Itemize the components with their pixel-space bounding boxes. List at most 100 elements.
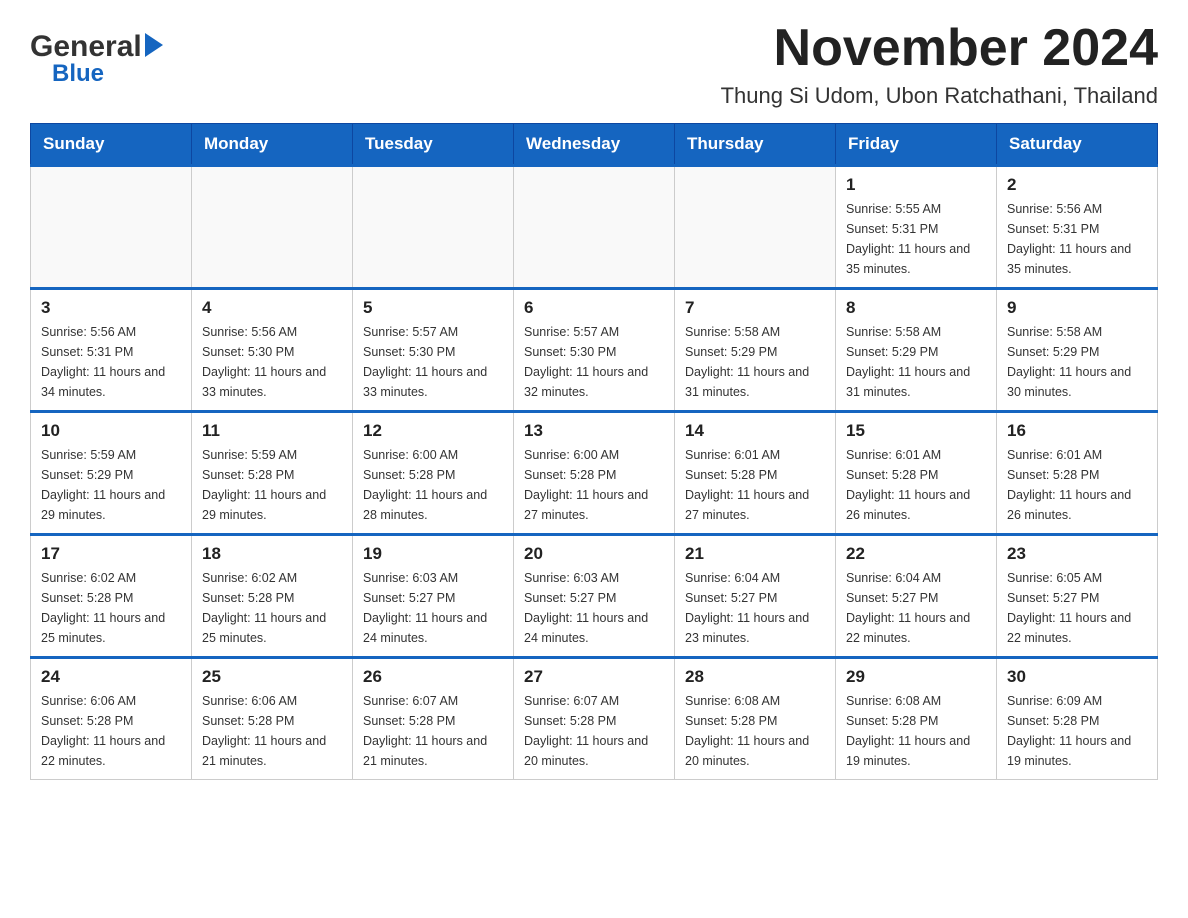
day-number: 19 <box>363 544 503 564</box>
day-number: 15 <box>846 421 986 441</box>
calendar-cell: 9Sunrise: 5:58 AMSunset: 5:29 PMDaylight… <box>997 289 1158 412</box>
day-number: 13 <box>524 421 664 441</box>
day-number: 9 <box>1007 298 1147 318</box>
calendar-cell: 5 Sunrise: 5:57 AMSunset: 5:30 PMDaylight… <box>353 289 514 412</box>
calendar-header-thursday: Thursday <box>675 124 836 166</box>
day-number: 30 <box>1007 667 1147 687</box>
calendar-cell: 18 Sunrise: 6:02 AMSunset: 5:28 PMDayligh… <box>192 535 353 658</box>
calendar-cell: 19 Sunrise: 6:03 AMSunset: 5:27 PMDayligh… <box>353 535 514 658</box>
day-number: 11 <box>202 421 342 441</box>
day-info: Sunrise: 6:01 AMSunset: 5:28 PMDaylight:… <box>685 445 825 525</box>
calendar-cell: 4 Sunrise: 5:56 AMSunset: 5:30 PMDaylight… <box>192 289 353 412</box>
day-number: 21 <box>685 544 825 564</box>
calendar-cell: 20 Sunrise: 6:03 AMSunset: 5:27 PMDayligh… <box>514 535 675 658</box>
day-number: 3 <box>41 298 181 318</box>
calendar-cell: 25Sunrise: 6:06 AMSunset: 5:28 PMDayligh… <box>192 658 353 780</box>
calendar-cell: 22 Sunrise: 6:04 AMSunset: 5:27 PMDayligh… <box>836 535 997 658</box>
calendar-cell: 13 Sunrise: 6:00 AMSunset: 5:28 PMDayligh… <box>514 412 675 535</box>
calendar-cell <box>192 166 353 289</box>
calendar-cell: 8 Sunrise: 5:58 AMSunset: 5:29 PMDaylight… <box>836 289 997 412</box>
day-info: Sunrise: 5:57 AMSunset: 5:30 PMDaylight:… <box>524 322 664 402</box>
day-number: 20 <box>524 544 664 564</box>
day-info: Sunrise: 6:00 AMSunset: 5:28 PMDaylight:… <box>524 445 664 525</box>
calendar-cell <box>31 166 192 289</box>
day-number: 8 <box>846 298 986 318</box>
day-number: 2 <box>1007 175 1147 195</box>
calendar-header-monday: Monday <box>192 124 353 166</box>
day-info: Sunrise: 6:07 AMSunset: 5:28 PMDaylight:… <box>363 691 503 771</box>
calendar-cell: 23 Sunrise: 6:05 AMSunset: 5:27 PMDayligh… <box>997 535 1158 658</box>
calendar-cell: 3 Sunrise: 5:56 AMSunset: 5:31 PMDaylight… <box>31 289 192 412</box>
day-info: Sunrise: 6:04 AMSunset: 5:27 PMDaylight:… <box>846 568 986 648</box>
day-number: 22 <box>846 544 986 564</box>
calendar-cell <box>675 166 836 289</box>
calendar-header-tuesday: Tuesday <box>353 124 514 166</box>
day-number: 24 <box>41 667 181 687</box>
day-number: 29 <box>846 667 986 687</box>
calendar-week-row: 3 Sunrise: 5:56 AMSunset: 5:31 PMDaylight… <box>31 289 1158 412</box>
day-number: 17 <box>41 544 181 564</box>
day-number: 23 <box>1007 544 1147 564</box>
calendar-cell: 26 Sunrise: 6:07 AMSunset: 5:28 PMDayligh… <box>353 658 514 780</box>
day-number: 28 <box>685 667 825 687</box>
calendar-cell: 24Sunrise: 6:06 AMSunset: 5:28 PMDayligh… <box>31 658 192 780</box>
page-title: November 2024 <box>721 20 1158 77</box>
day-info: Sunrise: 6:02 AMSunset: 5:28 PMDaylight:… <box>41 568 181 648</box>
calendar-cell: 2Sunrise: 5:56 AMSunset: 5:31 PMDaylight… <box>997 166 1158 289</box>
day-number: 27 <box>524 667 664 687</box>
calendar-cell: 29 Sunrise: 6:08 AMSunset: 5:28 PMDayligh… <box>836 658 997 780</box>
day-info: Sunrise: 5:58 AMSunset: 5:29 PMDaylight:… <box>685 322 825 402</box>
day-info: Sunrise: 6:03 AMSunset: 5:27 PMDaylight:… <box>524 568 664 648</box>
day-info: Sunrise: 6:08 AMSunset: 5:28 PMDaylight:… <box>846 691 986 771</box>
day-info: Sunrise: 6:08 AMSunset: 5:28 PMDaylight:… <box>685 691 825 771</box>
day-number: 1 <box>846 175 986 195</box>
title-section: November 2024 Thung Si Udom, Ubon Ratcha… <box>721 20 1158 109</box>
day-info: Sunrise: 5:59 AMSunset: 5:29 PMDaylight:… <box>41 445 181 525</box>
calendar-header-wednesday: Wednesday <box>514 124 675 166</box>
calendar-header-sunday: Sunday <box>31 124 192 166</box>
day-info: Sunrise: 6:01 AMSunset: 5:28 PMDaylight:… <box>1007 445 1147 525</box>
day-info: Sunrise: 5:57 AMSunset: 5:30 PMDaylight:… <box>363 322 503 402</box>
calendar-cell <box>353 166 514 289</box>
day-info: Sunrise: 6:07 AMSunset: 5:28 PMDaylight:… <box>524 691 664 771</box>
day-number: 18 <box>202 544 342 564</box>
calendar-cell: 11 Sunrise: 5:59 AMSunset: 5:28 PMDayligh… <box>192 412 353 535</box>
calendar-cell <box>514 166 675 289</box>
calendar-header-friday: Friday <box>836 124 997 166</box>
day-info: Sunrise: 6:09 AMSunset: 5:28 PMDaylight:… <box>1007 691 1147 771</box>
day-info: Sunrise: 5:56 AMSunset: 5:31 PMDaylight:… <box>41 322 181 402</box>
calendar-header-saturday: Saturday <box>997 124 1158 166</box>
logo-blue-text: Blue <box>52 60 104 87</box>
calendar-week-row: 17 Sunrise: 6:02 AMSunset: 5:28 PMDayligh… <box>31 535 1158 658</box>
day-info: Sunrise: 6:02 AMSunset: 5:28 PMDaylight:… <box>202 568 342 648</box>
day-number: 5 <box>363 298 503 318</box>
day-info: Sunrise: 5:58 AMSunset: 5:29 PMDaylight:… <box>846 322 986 402</box>
logo-general-text: General <box>30 30 142 64</box>
calendar-cell: 15 Sunrise: 6:01 AMSunset: 5:28 PMDayligh… <box>836 412 997 535</box>
day-info: Sunrise: 6:05 AMSunset: 5:27 PMDaylight:… <box>1007 568 1147 648</box>
calendar-cell: 16 Sunrise: 6:01 AMSunset: 5:28 PMDayligh… <box>997 412 1158 535</box>
day-info: Sunrise: 6:01 AMSunset: 5:28 PMDaylight:… <box>846 445 986 525</box>
day-info: Sunrise: 6:04 AMSunset: 5:27 PMDaylight:… <box>685 568 825 648</box>
day-number: 16 <box>1007 421 1147 441</box>
day-info: Sunrise: 6:03 AMSunset: 5:27 PMDaylight:… <box>363 568 503 648</box>
day-number: 14 <box>685 421 825 441</box>
calendar-cell: 28 Sunrise: 6:08 AMSunset: 5:28 PMDayligh… <box>675 658 836 780</box>
calendar-cell: 7 Sunrise: 5:58 AMSunset: 5:29 PMDaylight… <box>675 289 836 412</box>
calendar-cell: 30 Sunrise: 6:09 AMSunset: 5:28 PMDayligh… <box>997 658 1158 780</box>
day-number: 4 <box>202 298 342 318</box>
logo-arrow-icon <box>145 33 163 57</box>
day-info: Sunrise: 5:59 AMSunset: 5:28 PMDaylight:… <box>202 445 342 525</box>
calendar-cell: 6 Sunrise: 5:57 AMSunset: 5:30 PMDaylight… <box>514 289 675 412</box>
page-header: General Blue November 2024 Thung Si Udom… <box>30 20 1158 109</box>
page-subtitle: Thung Si Udom, Ubon Ratchathani, Thailan… <box>721 83 1158 109</box>
calendar-week-row: 1Sunrise: 5:55 AMSunset: 5:31 PMDaylight… <box>31 166 1158 289</box>
calendar-cell: 12Sunrise: 6:00 AMSunset: 5:28 PMDayligh… <box>353 412 514 535</box>
calendar-cell: 1Sunrise: 5:55 AMSunset: 5:31 PMDaylight… <box>836 166 997 289</box>
day-number: 26 <box>363 667 503 687</box>
day-number: 6 <box>524 298 664 318</box>
calendar-week-row: 24Sunrise: 6:06 AMSunset: 5:28 PMDayligh… <box>31 658 1158 780</box>
day-info: Sunrise: 5:56 AMSunset: 5:30 PMDaylight:… <box>202 322 342 402</box>
day-number: 7 <box>685 298 825 318</box>
day-number: 10 <box>41 421 181 441</box>
